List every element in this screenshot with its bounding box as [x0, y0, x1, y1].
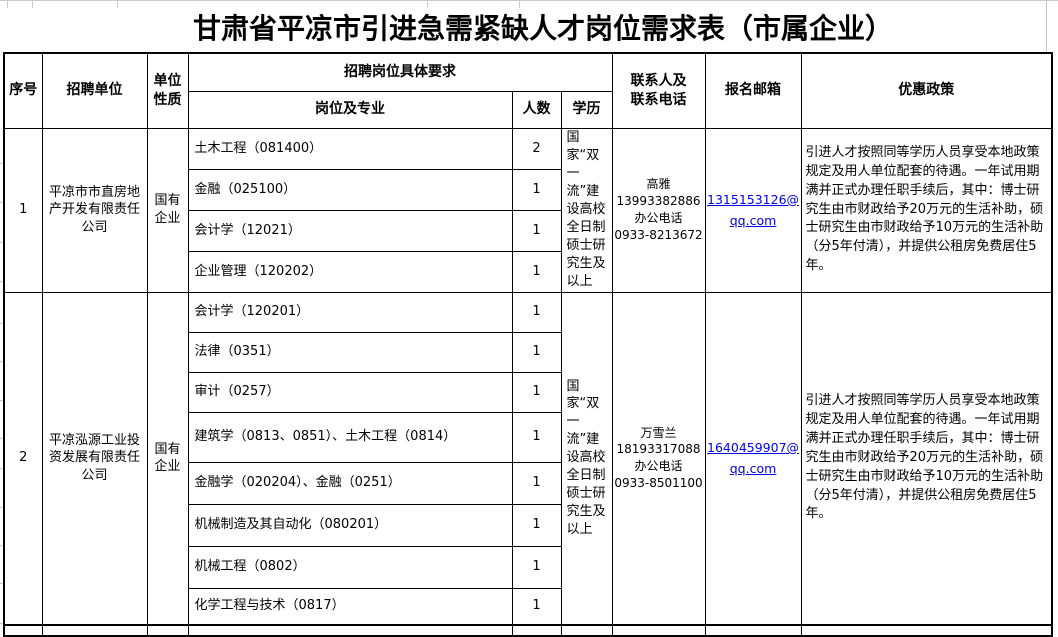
degree-text: 国家“双一流”建设高校全日制硕士研究生及以上	[567, 129, 607, 290]
contact-office-phone: 0933-8213672	[613, 227, 705, 244]
headcount-cell: 1	[512, 372, 561, 412]
table-cell-empty	[42, 625, 147, 636]
degree-text: 国家“双一流”建设高校全日制硕士研究生及以上	[567, 378, 607, 539]
col-header-unit: 招聘单位	[42, 53, 147, 128]
contact-office-label: 办公电话	[613, 458, 705, 475]
sheet-gridline	[7, 0, 8, 8]
position-cell: 会计学（12021）	[188, 210, 512, 251]
headcount-cell: 2	[512, 128, 561, 169]
nature-label: 国有企业	[153, 192, 183, 227]
contact-mobile: 13993382886	[613, 193, 705, 210]
position-cell: 金融（025100）	[188, 169, 512, 210]
table-cell-empty	[705, 625, 801, 636]
col-header-contact-label: 联系人及联系电话	[629, 72, 689, 110]
unit-name: 平凉市市直房地产开发有限责任公司	[45, 184, 145, 237]
headcount-cell: 1	[512, 462, 561, 504]
contact-mobile: 18193317088	[613, 441, 705, 458]
email-cell: 1315153126@qq.com	[705, 128, 801, 292]
col-header-contact: 联系人及联系电话	[612, 53, 705, 128]
policy-cell: 引进人才按照同等学历人员享受本地政策规定及用人单位配套的待遇。一年试用期满并正式…	[801, 128, 1052, 292]
position-cell: 法律（0351）	[188, 332, 512, 372]
col-header-position: 岗位及专业	[188, 91, 512, 128]
unit-cell: 平凉泓源工业投资发展有限责任公司	[42, 292, 147, 625]
col-header-headcount: 人数	[512, 91, 561, 128]
headcount-cell: 1	[512, 292, 561, 332]
header-row-1: 序号 招聘单位 单位性质 招聘岗位具体要求 联系人及联系电话 报名邮箱 优惠政策	[4, 53, 1052, 91]
contact-name: 万雪兰	[613, 425, 705, 442]
col-header-degree: 学历	[561, 91, 612, 128]
col-header-requirements-group: 招聘岗位具体要求	[188, 53, 612, 91]
partial-row	[4, 625, 1052, 636]
position-cell: 企业管理（120202）	[188, 251, 512, 292]
position-cell: 审计（0257）	[188, 372, 512, 412]
position-row: 1 平凉市市直房地产开发有限责任公司 国有企业 土木工程（081400） 2 国…	[4, 128, 1052, 169]
col-header-nature-label: 单位性质	[153, 72, 183, 110]
table-cell-empty	[612, 625, 705, 636]
degree-cell: 国家“双一流”建设高校全日制硕士研究生及以上	[561, 128, 612, 292]
sheet-gridline	[117, 0, 118, 8]
page-title: 甘肃省平凉市引进急需紧缺人才岗位需求表（市属企业）	[0, 8, 1058, 52]
position-cell: 土木工程（081400）	[188, 128, 512, 169]
unit-cell: 平凉市市直房地产开发有限责任公司	[42, 128, 147, 292]
col-header-nature: 单位性质	[147, 53, 188, 128]
position-cell: 机械制造及其自动化（080201）	[188, 504, 512, 546]
sheet-gridline	[519, 0, 520, 8]
contact-office-phone: 0933-8501100	[613, 475, 705, 492]
position-cell: 机械工程（0802）	[188, 546, 512, 588]
headcount-cell: 1	[512, 588, 561, 625]
job-demand-table: 序号 招聘单位 单位性质 招聘岗位具体要求 联系人及联系电话 报名邮箱 优惠政策…	[3, 52, 1053, 637]
table-cell-empty	[561, 625, 612, 636]
email-link[interactable]: 1315153126@qq.com	[706, 189, 800, 232]
position-row: 2 平凉泓源工业投资发展有限责任公司 国有企业 会计学（120201） 1 国家…	[4, 292, 1052, 332]
policy-cell: 引进人才按照同等学历人员享受本地政策规定及用人单位配套的待遇。一年试用期满并正式…	[801, 292, 1052, 625]
contact-cell: 万雪兰 18193317088 办公电话 0933-8501100	[612, 292, 705, 625]
position-cell: 会计学（120201）	[188, 292, 512, 332]
degree-cell: 国家“双一流”建设高校全日制硕士研究生及以上	[561, 292, 612, 625]
headcount-cell: 1	[512, 251, 561, 292]
email-cell: 1640459907@qq.com	[705, 292, 801, 625]
email-link[interactable]: 1640459907@qq.com	[706, 437, 800, 480]
col-header-seq: 序号	[4, 53, 42, 128]
headcount-cell: 1	[512, 210, 561, 251]
contact-cell: 高雅 13993382886 办公电话 0933-8213672	[612, 128, 705, 292]
position-cell: 金融学（020204）、金融（0251）	[188, 462, 512, 504]
table-cell-empty	[801, 625, 1052, 636]
table-cell-empty	[4, 625, 42, 636]
headcount-cell: 1	[512, 546, 561, 588]
sheet-gridline	[0, 0, 1058, 1]
sheet-gridline	[427, 0, 428, 8]
unit-name: 平凉泓源工业投资发展有限责任公司	[45, 432, 145, 485]
table-cell-empty	[147, 625, 188, 636]
position-cell: 建筑学（0813、0851）、土木工程（0814）	[188, 412, 512, 462]
table-cell-empty	[512, 625, 561, 636]
nature-cell: 国有企业	[147, 128, 188, 292]
col-header-email: 报名邮箱	[705, 53, 801, 128]
seq-cell: 2	[4, 292, 42, 625]
headcount-cell: 1	[512, 169, 561, 210]
contact-name: 高雅	[613, 176, 705, 193]
table-cell-empty	[188, 625, 512, 636]
headcount-cell: 1	[512, 412, 561, 462]
seq-cell: 1	[4, 128, 42, 292]
headcount-cell: 1	[512, 504, 561, 546]
headcount-cell: 1	[512, 332, 561, 372]
col-header-policy: 优惠政策	[801, 53, 1052, 128]
contact-office-label: 办公电话	[613, 210, 705, 227]
sheet-gridline	[32, 0, 33, 8]
position-cell: 化学工程与技术（0817）	[188, 588, 512, 625]
nature-cell: 国有企业	[147, 292, 188, 625]
nature-label: 国有企业	[153, 441, 183, 476]
